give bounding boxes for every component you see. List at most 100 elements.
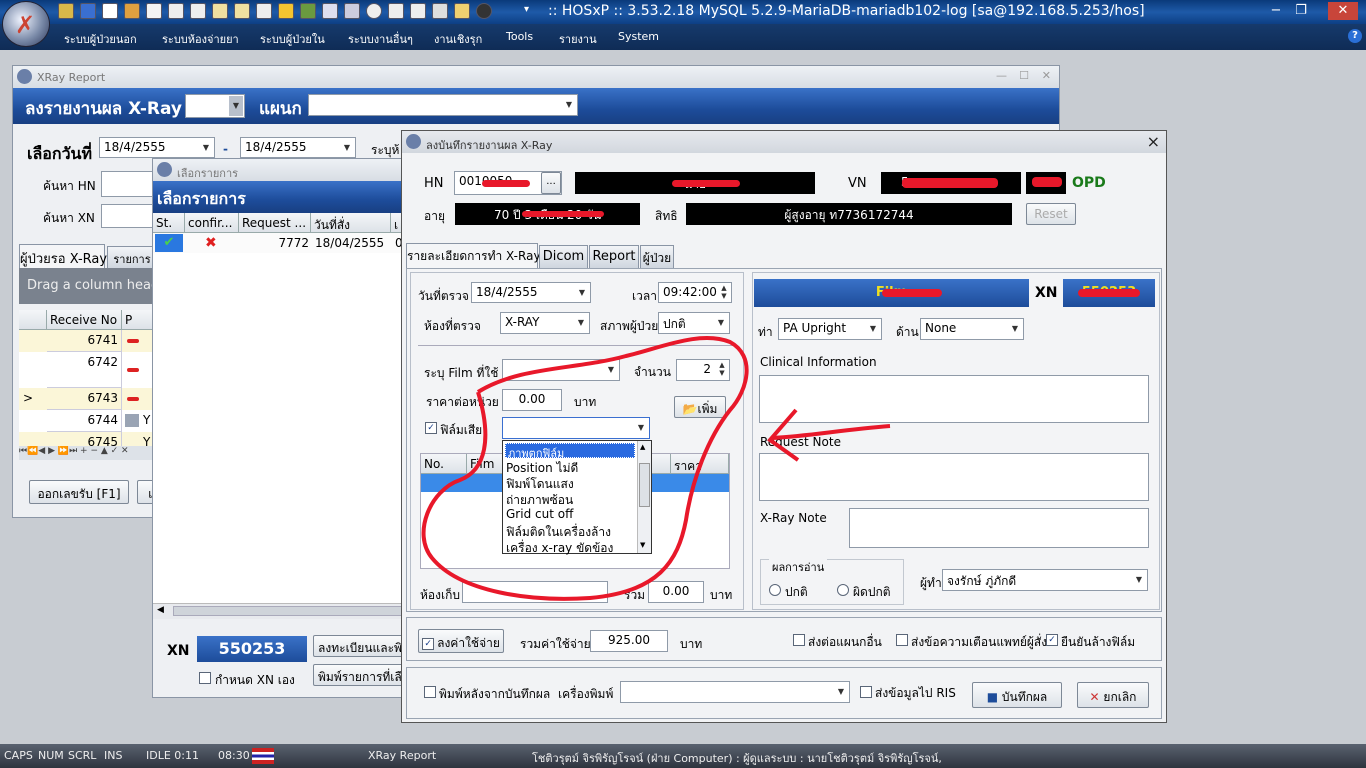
toolbar-icon[interactable] — [124, 3, 140, 19]
table-row[interactable]: 6744 Y — [19, 410, 165, 432]
menu-proactive[interactable]: งานเชิงรุก — [434, 30, 482, 48]
printer-select[interactable]: ▼ — [620, 681, 850, 703]
minimize-button[interactable]: — — [996, 69, 1007, 82]
close-button[interactable]: × — [1147, 132, 1160, 151]
cross-icon[interactable]: ✖ — [205, 235, 217, 251]
toolbar-icon[interactable] — [344, 3, 360, 19]
menu-pharmacy[interactable]: ระบบห้องจ่ายยา — [162, 30, 239, 48]
menubar: ระบบผู้ป่วยนอก ระบบห้องจ่ายยา ระบบผู้ป่ว… — [0, 24, 1366, 50]
dept-select[interactable]: ▼ — [308, 94, 578, 116]
dept-label: แผนก — [259, 99, 302, 119]
warn-doctor-label: ส่งข้อความเตือนแพทย์ผู้สั่ง — [911, 635, 1048, 649]
document-icon[interactable] — [102, 3, 118, 19]
xn-label: XN — [1035, 285, 1058, 301]
check-icon[interactable]: ✔ — [155, 234, 183, 252]
form-icon[interactable] — [168, 3, 184, 19]
type-select[interactable]: ▼ — [185, 94, 245, 118]
custom-xn-checkbox[interactable] — [199, 672, 211, 684]
table-row[interactable]: ✔ ✖ 7772 18/04/2555 0 — [153, 233, 409, 253]
redaction-mark — [902, 178, 998, 188]
cancel-button[interactable]: ✕ ยกเลิก — [1077, 682, 1149, 708]
issue-number-button[interactable]: ออกเลขรับ [F1] — [29, 480, 129, 504]
tab-waiting[interactable]: ผู้ป่วยรอ X-Ray — [19, 244, 107, 268]
redaction-mark — [672, 180, 740, 187]
app-small-icon — [157, 162, 172, 177]
restore-button[interactable]: ❐ — [1290, 2, 1312, 20]
tab-dicom[interactable]: Dicom — [539, 245, 588, 268]
grid-icon[interactable] — [234, 3, 250, 19]
record-cost-button[interactable]: ✓ ลงค่าใช้จ่าย — [418, 629, 504, 653]
scroll-thumb[interactable] — [173, 606, 403, 616]
grid-navigator[interactable]: ⏮⏪◀ ▶ ⏩⏭ + − ▲ ✓ ✕ — [19, 446, 165, 460]
edit-icon[interactable] — [146, 3, 162, 19]
horizontal-scrollbar[interactable]: ◀ — [153, 603, 409, 619]
table-row[interactable]: 6741 — [19, 330, 165, 352]
scroll-left-icon[interactable]: ◀ — [157, 605, 164, 615]
column-header[interactable]: St. — [153, 213, 185, 233]
menu-ipd[interactable]: ระบบผู้ป่วยใน — [260, 30, 325, 48]
home-icon[interactable] — [388, 3, 404, 19]
ins-indicator: INS — [104, 749, 123, 762]
close-button[interactable]: ✕ — [1042, 69, 1051, 82]
tab-list[interactable]: รายการ — [107, 246, 157, 268]
printer-label: เครื่องพิมพ์ — [558, 687, 614, 701]
doctor-select[interactable]: จงรักษ์ ภู่ภักดี ▼ — [942, 569, 1148, 591]
column-header[interactable]: วันที่สั่ง — [311, 213, 391, 233]
menu-reports[interactable]: รายงาน — [559, 30, 597, 48]
menu-opd[interactable]: ระบบผู้ป่วยนอก — [64, 30, 137, 48]
toolbar-icon[interactable] — [58, 3, 74, 19]
save-button[interactable]: ■ บันทึกผล — [972, 682, 1062, 708]
confirm-film-label: ยืนยันล้างฟิล์ม — [1061, 635, 1136, 649]
maximize-button[interactable]: ☐ — [1019, 69, 1029, 82]
app-logo: ✗ — [2, 1, 50, 47]
table-row[interactable]: > 6743 — [19, 388, 165, 410]
reset-button[interactable]: Reset — [1026, 203, 1076, 225]
print-selected-button[interactable]: พิมพ์รายการที่เลือ — [313, 664, 409, 686]
toolbar-icon[interactable] — [432, 3, 448, 19]
date-to-field[interactable]: 18/4/2555 ▼ — [240, 137, 356, 158]
close-button[interactable]: ✕ — [1328, 2, 1358, 20]
send-dept-checkbox[interactable] — [793, 634, 805, 646]
column-header[interactable]: Receive No — [47, 310, 122, 330]
table-icon[interactable] — [256, 3, 272, 19]
menu-tools[interactable]: Tools — [506, 30, 533, 43]
exam-time-field[interactable]: 09:42:00 ▲ ▼ — [658, 282, 732, 303]
app-small-icon — [406, 134, 421, 149]
custom-xn-label: กำหนด XN เอง — [215, 673, 295, 687]
minimize-button[interactable]: − — [1265, 2, 1287, 20]
dialog-title: ลงบันทึกรายงานผล X-Ray — [426, 139, 553, 152]
help-icon[interactable]: ? — [1348, 29, 1362, 43]
toolbar-icon[interactable] — [80, 3, 96, 19]
tab-report[interactable]: Report — [589, 245, 639, 268]
current-row-marker: > — [23, 391, 34, 405]
user-icon[interactable] — [300, 3, 316, 19]
cancel-icon: ✕ — [1089, 690, 1104, 704]
clock-time: 08:30 — [218, 749, 250, 762]
confirm-film-checkbox[interactable]: ✓ — [1046, 634, 1058, 646]
toolbar-icon[interactable] — [476, 3, 492, 19]
folder-icon[interactable] — [454, 3, 470, 19]
tab-patient[interactable]: ผู้ป่วย — [640, 245, 674, 268]
column-header[interactable]: Request ... — [239, 213, 311, 233]
menu-system[interactable]: System — [618, 30, 659, 43]
exam-date-field[interactable]: 18/4/2555 ▼ — [471, 282, 591, 303]
toolbar-icon[interactable] — [322, 3, 338, 19]
register-print-button[interactable]: ลงทะเบียนและพิม — [313, 635, 409, 657]
table-row[interactable]: 6742 — [19, 352, 165, 388]
side-select[interactable]: None ▼ — [920, 318, 1024, 340]
print-after-save-checkbox[interactable] — [424, 686, 436, 698]
form-icon[interactable] — [190, 3, 206, 19]
redaction-mark — [522, 211, 604, 217]
grid-icon[interactable] — [212, 3, 228, 19]
hn-lookup-button[interactable]: ... — [541, 172, 561, 194]
date-from-field[interactable]: 18/4/2555 ▼ — [99, 137, 215, 158]
tab-xray-details[interactable]: รายละเอียดการทำ X-Ray — [406, 243, 541, 268]
lightning-icon[interactable] — [278, 3, 294, 19]
menu-other[interactable]: ระบบงานอื่นๆ — [348, 30, 413, 48]
toolbar-icon[interactable] — [410, 3, 426, 19]
column-header[interactable]: confir... — [185, 213, 239, 233]
send-ris-checkbox[interactable] — [860, 686, 872, 698]
clock-icon[interactable] — [366, 3, 382, 19]
chevron-down-icon[interactable]: ▾ — [524, 4, 529, 15]
warn-doctor-checkbox[interactable] — [896, 634, 908, 646]
